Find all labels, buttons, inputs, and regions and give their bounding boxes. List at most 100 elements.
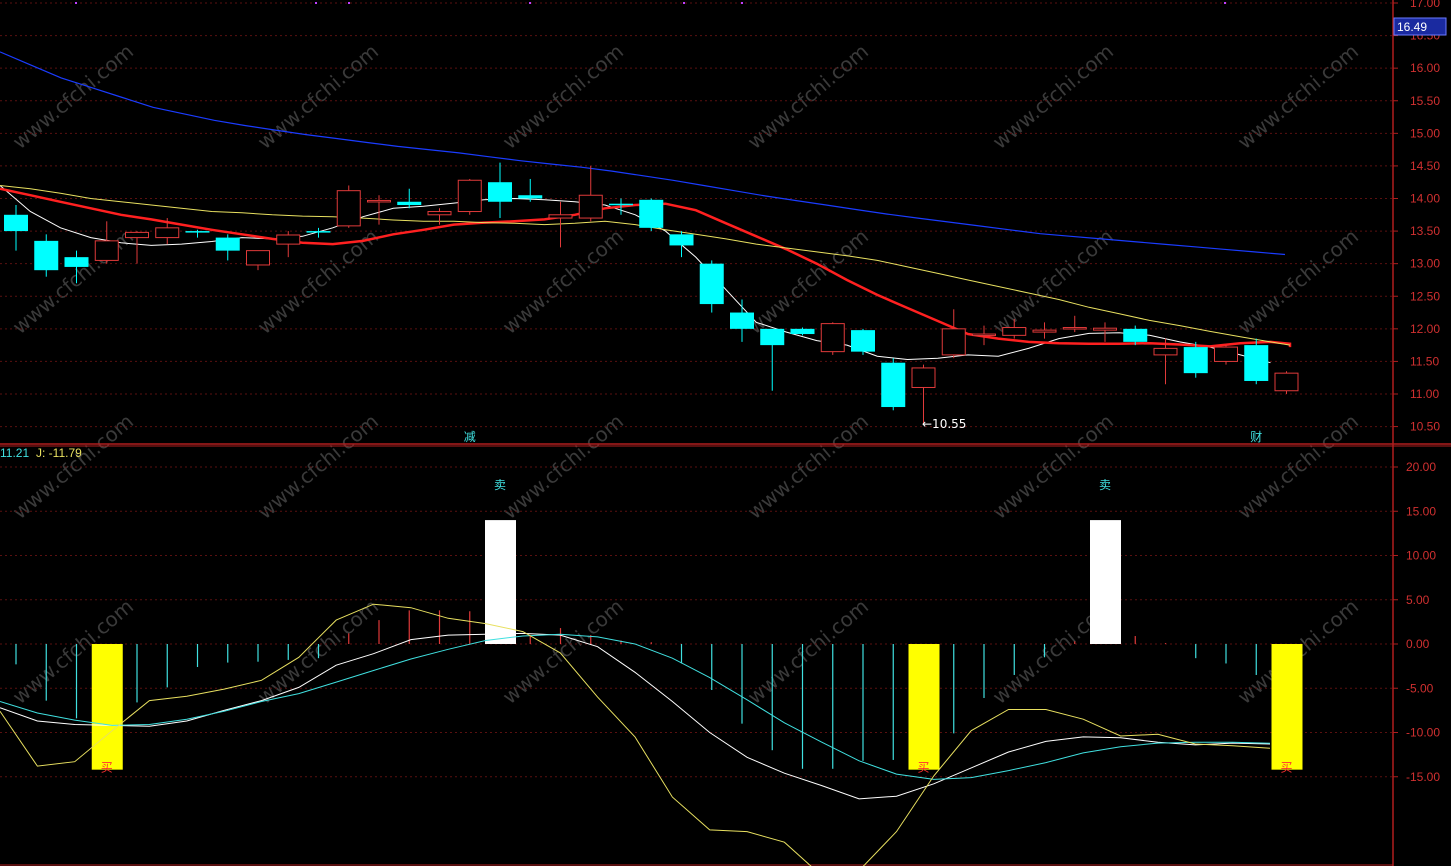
sell-label: 卖 bbox=[1099, 478, 1111, 492]
price-tick-label: 14.50 bbox=[1410, 159, 1440, 173]
watermark-text: www.cfchi.com bbox=[743, 39, 873, 154]
buy-label: 买 bbox=[1281, 761, 1293, 775]
event-marker: 财 bbox=[1250, 430, 1262, 444]
price-tick-label: 13.50 bbox=[1410, 224, 1440, 238]
indicator-tick-label: -5.00 bbox=[1406, 681, 1434, 695]
candle-body bbox=[790, 328, 815, 335]
candle-body bbox=[1183, 347, 1208, 374]
candle-body bbox=[215, 237, 240, 251]
candle-body bbox=[1274, 372, 1299, 392]
candle[interactable] bbox=[518, 178, 543, 202]
current-price-tag: 16.49 bbox=[1397, 20, 1427, 34]
candle[interactable] bbox=[336, 185, 361, 228]
kdj-k-line bbox=[0, 632, 1271, 800]
candle[interactable] bbox=[851, 328, 875, 355]
candle-body bbox=[1123, 328, 1148, 342]
candle-body bbox=[518, 195, 543, 199]
watermark-text: www.cfchi.com bbox=[988, 224, 1118, 339]
candle[interactable] bbox=[639, 198, 664, 232]
buy-bar-fill bbox=[908, 644, 940, 770]
candle[interactable] bbox=[246, 250, 270, 271]
price-tick-label: 10.50 bbox=[1410, 420, 1440, 434]
price-tick-label: 15.00 bbox=[1410, 126, 1440, 140]
indicator-tick-label: 10.00 bbox=[1406, 549, 1436, 563]
candle[interactable] bbox=[427, 208, 452, 225]
watermark-text: www.cfchi.com bbox=[1233, 39, 1363, 154]
sell-bar-fill bbox=[1090, 520, 1121, 644]
price-tick-label: 16.00 bbox=[1410, 61, 1440, 75]
top-marker-dot bbox=[741, 2, 743, 4]
candle[interactable] bbox=[4, 205, 28, 251]
candle-body bbox=[941, 328, 966, 356]
candle-body bbox=[246, 250, 270, 266]
signal-bars[interactable]: 买 卖买 卖买 bbox=[91, 478, 1303, 775]
candle[interactable] bbox=[578, 165, 603, 222]
indicator-tick-label: 0.00 bbox=[1406, 637, 1430, 651]
watermark-text: www.cfchi.com bbox=[1233, 224, 1363, 339]
candle[interactable] bbox=[1093, 322, 1117, 342]
candle-body bbox=[1093, 327, 1117, 331]
candle[interactable] bbox=[215, 234, 240, 261]
candle-body bbox=[276, 234, 301, 245]
candle[interactable] bbox=[34, 234, 59, 277]
watermark-layer: www.cfchi.com www.cfchi.com www.cfchi.com w… bbox=[8, 39, 1363, 709]
indicator-gridlines bbox=[0, 466, 1393, 778]
candle[interactable] bbox=[1062, 315, 1087, 333]
candle-body bbox=[34, 240, 59, 271]
buy-signal-bar[interactable]: 买 bbox=[1271, 644, 1303, 775]
candle[interactable] bbox=[730, 299, 754, 342]
candle[interactable] bbox=[820, 322, 845, 355]
watermark-text: www.cfchi.com bbox=[743, 224, 873, 339]
candle[interactable] bbox=[94, 221, 119, 264]
legend-j-value: J: -11.79 bbox=[36, 446, 82, 460]
watermark-text: www.cfchi.com bbox=[8, 409, 138, 524]
candle[interactable] bbox=[457, 178, 482, 215]
candle[interactable] bbox=[941, 309, 966, 359]
candle-body bbox=[336, 190, 361, 227]
price-tick-label: 13.00 bbox=[1410, 257, 1440, 271]
candle-body bbox=[367, 199, 391, 203]
candlesticks[interactable] bbox=[4, 162, 1299, 424]
candle[interactable] bbox=[760, 328, 785, 391]
indicator-tick-label: -10.00 bbox=[1406, 726, 1440, 740]
candle[interactable] bbox=[1214, 345, 1238, 365]
candle-body bbox=[4, 214, 28, 232]
watermark-text: www.cfchi.com bbox=[988, 409, 1118, 524]
candle[interactable] bbox=[1244, 338, 1269, 385]
indicator-tick-label: 15.00 bbox=[1406, 504, 1436, 518]
candle-body bbox=[609, 203, 633, 206]
candle[interactable] bbox=[699, 260, 724, 313]
price-tick-label: 11.50 bbox=[1410, 354, 1439, 368]
candle-body bbox=[94, 240, 119, 261]
candle-body bbox=[1214, 346, 1238, 362]
candle[interactable] bbox=[669, 231, 694, 258]
legend-d-value: 11.21 bbox=[0, 446, 29, 460]
candle-body bbox=[760, 328, 785, 346]
buy-signal-bar[interactable]: 买 bbox=[91, 644, 123, 775]
candle[interactable] bbox=[1032, 322, 1057, 339]
candle[interactable] bbox=[488, 162, 512, 219]
price-tick-label: 11.00 bbox=[1410, 387, 1439, 401]
candle-body bbox=[820, 323, 845, 353]
watermark-text: www.cfchi.com bbox=[743, 594, 873, 709]
top-marker-dot bbox=[75, 2, 77, 4]
candle-body bbox=[730, 312, 754, 329]
candle[interactable] bbox=[276, 231, 301, 258]
top-marker-dot bbox=[315, 2, 317, 4]
candle[interactable] bbox=[1183, 341, 1208, 378]
price-tick-label: 17.00 bbox=[1410, 0, 1440, 10]
candle-body bbox=[578, 194, 603, 219]
top-marker-dot bbox=[1224, 2, 1226, 4]
indicator-tick-label: 5.00 bbox=[1406, 593, 1430, 607]
sell-signal-bar[interactable]: 卖 bbox=[1090, 478, 1121, 644]
kdj-d-line bbox=[0, 633, 1271, 780]
kline-chart[interactable]: www.cfchi.com www.cfchi.com www.cfchi.com w… bbox=[0, 0, 1451, 866]
candle[interactable] bbox=[881, 358, 906, 411]
buy-signal-bar[interactable]: 买 bbox=[908, 644, 940, 775]
candle[interactable] bbox=[1274, 371, 1299, 394]
price-tick-label: 12.50 bbox=[1410, 289, 1440, 303]
candle-body bbox=[1244, 345, 1269, 381]
buy-bar-fill bbox=[1271, 644, 1303, 770]
event-marker: 减 bbox=[464, 430, 476, 444]
watermark-text: www.cfchi.com bbox=[743, 409, 873, 524]
